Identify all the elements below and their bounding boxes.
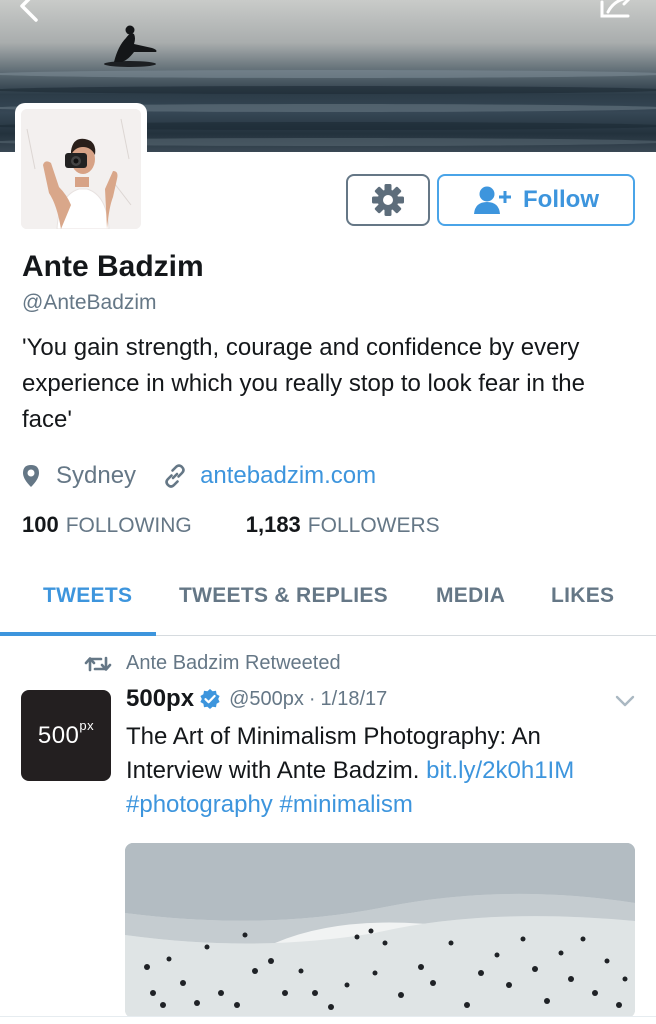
tab-media[interactable]: MEDIA	[436, 584, 505, 608]
avatar-logo-sup: px	[79, 717, 95, 733]
following-stat[interactable]: 100 FOLLOWING	[22, 512, 192, 538]
following-count: 100	[22, 512, 59, 537]
tweet-media-image[interactable]	[125, 843, 635, 1018]
link-icon	[165, 464, 185, 488]
profile-avatar[interactable]	[15, 103, 147, 235]
tweet-date: 1/18/17	[320, 687, 388, 710]
person-with-camera-illustration	[21, 109, 141, 229]
followers-label: FOLLOWERS	[307, 514, 440, 537]
tab-tweets[interactable]: TWEETS	[43, 584, 132, 608]
profile-tabs: TWEETS TWEETS & REPLIES MEDIA LIKES	[0, 570, 656, 636]
banner-wave	[0, 86, 656, 94]
profile-website-link[interactable]: antebadzim.com	[200, 462, 376, 490]
gear-icon	[372, 184, 404, 216]
tweet-author-handle: @500px	[229, 687, 304, 710]
profile-handle: @AnteBadzim	[22, 291, 157, 314]
beach-swimmers-photo	[125, 843, 635, 1018]
banner-wave	[0, 70, 656, 78]
profile-meta: Sydney antebadzim.com	[22, 458, 376, 494]
tweet-separator: ·	[308, 687, 316, 710]
active-tab-indicator	[0, 632, 156, 636]
follow-label: Follow	[523, 186, 599, 213]
hashtag-minimalism[interactable]: #minimalism	[279, 791, 412, 818]
surfer-silhouette	[104, 25, 157, 67]
chevron-down-icon[interactable]	[614, 694, 636, 708]
profile-name: Ante Badzim	[22, 250, 204, 283]
location-pin-icon	[23, 465, 39, 487]
retweet-text: Ante Badzim Retweeted	[126, 652, 341, 674]
profile-bio: 'You gain strength, courage and confiden…	[22, 334, 585, 433]
avatar-photo	[21, 109, 141, 229]
tweet-text: The Art of Minimalism Photography: An In…	[126, 720, 631, 822]
followers-count: 1,183	[245, 512, 301, 537]
bottom-edge	[0, 1016, 656, 1024]
back-chevron-icon[interactable]	[10, 0, 44, 22]
tab-tweets-and-replies[interactable]: TWEETS & REPLIES	[179, 584, 388, 608]
avatar-logo-main: 500	[37, 721, 80, 749]
tweet-link[interactable]: bit.ly/2k0h1IM	[426, 757, 574, 784]
hashtag-photography[interactable]: #photography	[126, 791, 273, 818]
tweet-header: 500px @500px · 1/18/17	[126, 685, 387, 713]
add-user-icon	[474, 186, 511, 214]
follow-button[interactable]: Follow	[437, 174, 635, 226]
following-label: FOLLOWING	[65, 514, 192, 537]
avatar-logo-text: 500px	[37, 718, 94, 750]
share-icon[interactable]	[596, 0, 636, 24]
retweet-context: Ante Badzim Retweeted	[84, 652, 341, 675]
tab-likes[interactable]: LIKES	[551, 584, 614, 608]
followers-stat[interactable]: 1,183 FOLLOWERS	[246, 512, 440, 538]
verified-badge-icon	[200, 689, 220, 709]
retweet-icon	[84, 656, 112, 671]
tweet-author-name[interactable]: 500px	[126, 685, 194, 713]
profile-location: Sydney	[56, 462, 137, 489]
settings-button[interactable]	[346, 174, 430, 226]
profile-stats: 100 FOLLOWING 1,183 FOLLOWERS	[22, 512, 440, 538]
tweet-author-avatar[interactable]: 500px	[21, 690, 111, 781]
